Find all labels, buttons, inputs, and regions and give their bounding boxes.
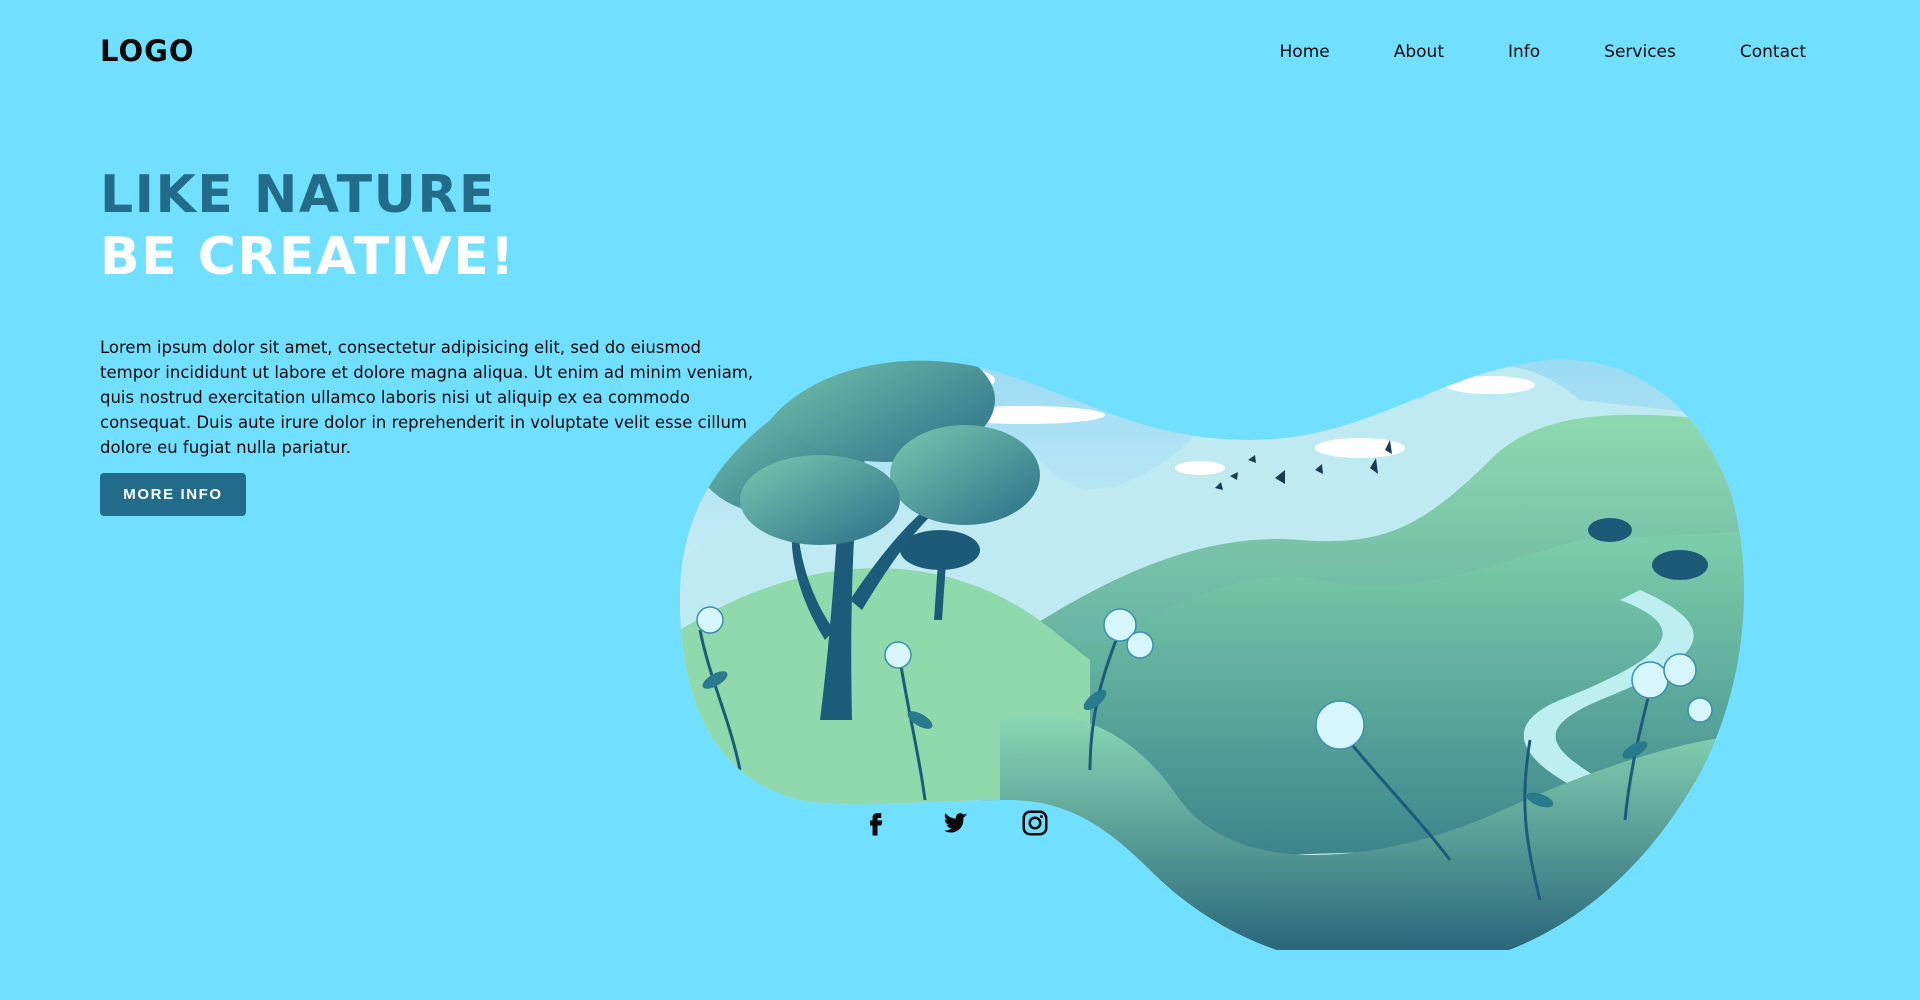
social-links (860, 808, 1050, 838)
nav-info[interactable]: Info (1508, 42, 1540, 62)
hero-title-line2: BE CREATIVE! (100, 227, 516, 287)
nav-about[interactable]: About (1394, 42, 1444, 62)
nature-illustration (680, 359, 1745, 950)
hero-title-line1: LIKE NATURE (100, 165, 496, 225)
hero-title: LIKE NATURE BE CREATIVE! (100, 164, 516, 288)
main-nav: Home About Info Services Contact (1280, 42, 1806, 62)
nav-services[interactable]: Services (1604, 42, 1676, 62)
twitter-icon[interactable] (940, 808, 970, 838)
nav-home[interactable]: Home (1280, 42, 1330, 62)
facebook-icon[interactable] (860, 808, 890, 838)
more-info-button[interactable]: MORE INFO (100, 473, 246, 516)
instagram-icon[interactable] (1020, 808, 1050, 838)
nav-contact[interactable]: Contact (1740, 42, 1806, 62)
header: LOGO Home About Info Services Contact (100, 32, 1806, 72)
logo[interactable]: LOGO (100, 34, 195, 68)
